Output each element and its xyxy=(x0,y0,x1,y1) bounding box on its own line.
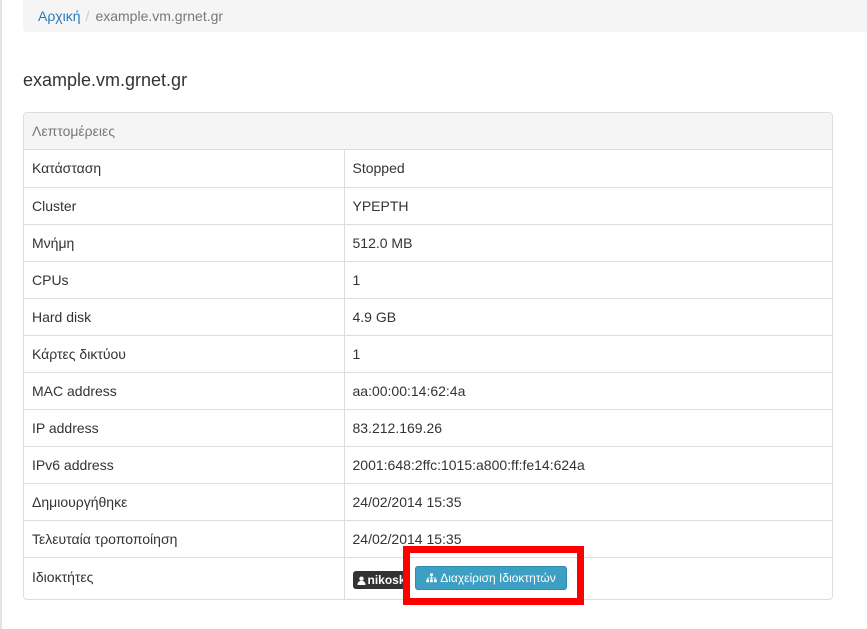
table-row: Κάρτες δικτύου 1 xyxy=(24,334,832,372)
table-row: IPv6 address 2001:648:2ffc:1015:a800:ff:f… xyxy=(24,445,832,483)
breadcrumb-current: example.vm.grnet.gr xyxy=(95,8,224,24)
row-value: 24/02/2014 15:35 xyxy=(344,482,832,520)
row-value: Stopped xyxy=(352,160,405,177)
row-value: YPEPTH xyxy=(344,186,832,224)
details-table: Κατάσταση Stopped Cluster YPEPTH Μνήμη 512.… xyxy=(24,150,832,599)
row-label: Κάρτες δικτύου xyxy=(24,334,345,372)
row-value: 2001:648:2ffc:1015:a800:ff:fe14:624a xyxy=(344,445,832,483)
row-label: IP address xyxy=(24,408,345,446)
manage-owners-label: Διαχείριση Ιδιοκτητών xyxy=(440,571,556,585)
breadcrumb-home-link[interactable]: Αρχική xyxy=(38,8,81,24)
row-label: CPUs xyxy=(24,260,345,298)
row-value: 24/02/2014 15:35 xyxy=(344,519,832,557)
row-label: Cluster xyxy=(24,186,345,224)
row-value: 1 xyxy=(344,334,832,372)
table-row: MAC address aa:00:00:14:62:4a xyxy=(24,371,832,409)
user-icon xyxy=(356,576,366,585)
page-left-border xyxy=(0,0,2,629)
table-row: CPUs 1 xyxy=(24,260,832,298)
row-label: IPv6 address xyxy=(24,445,345,483)
table-row: Δημιουργήθηκε 24/02/2014 15:35 xyxy=(24,482,832,520)
row-value: 83.212.169.26 xyxy=(344,408,832,446)
manage-owners-button[interactable]: Διαχείριση Ιδιοκτητών xyxy=(415,566,567,590)
table-row: Hard disk 4.9 GB xyxy=(24,297,832,335)
table-row: Κατάσταση Stopped xyxy=(24,150,832,187)
row-label: Τελευταία τροποποίηση xyxy=(24,519,345,557)
page-title: example.vm.grnet.gr xyxy=(23,70,188,90)
row-label: Μνήμη xyxy=(24,223,345,261)
table-row: IP address 83.212.169.26 xyxy=(24,408,832,446)
details-panel-heading: Λεπτομέρειες xyxy=(24,113,832,150)
sitemap-icon xyxy=(426,573,437,583)
breadcrumb-separator: / xyxy=(85,8,90,24)
table-row: Μνήμη 512.0 MB xyxy=(24,223,832,261)
row-label: Κατάσταση xyxy=(24,150,345,187)
row-label: Ιδιοκτήτες xyxy=(24,556,345,599)
breadcrumb: Αρχική / example.vm.grnet.gr xyxy=(23,0,867,32)
row-value: aa:00:00:14:62:4a xyxy=(344,371,832,409)
table-row: Τελευταία τροποποίηση 24/02/2014 15:35 xyxy=(24,519,832,557)
row-label: MAC address xyxy=(24,371,345,409)
row-value: 1 xyxy=(344,260,832,298)
row-label: Hard disk xyxy=(24,297,345,335)
row-value: 512.0 MB xyxy=(344,223,832,261)
row-label: Δημιουργήθηκε xyxy=(24,482,345,520)
table-row: Cluster YPEPTH xyxy=(24,186,832,224)
row-value: 4.9 GB xyxy=(344,297,832,335)
details-panel: Λεπτομέρειες Κατάσταση Stopped Cluster YPE… xyxy=(23,112,833,600)
owner-name: nikosk xyxy=(367,572,406,587)
owner-badge[interactable]: nikosk xyxy=(352,570,410,589)
